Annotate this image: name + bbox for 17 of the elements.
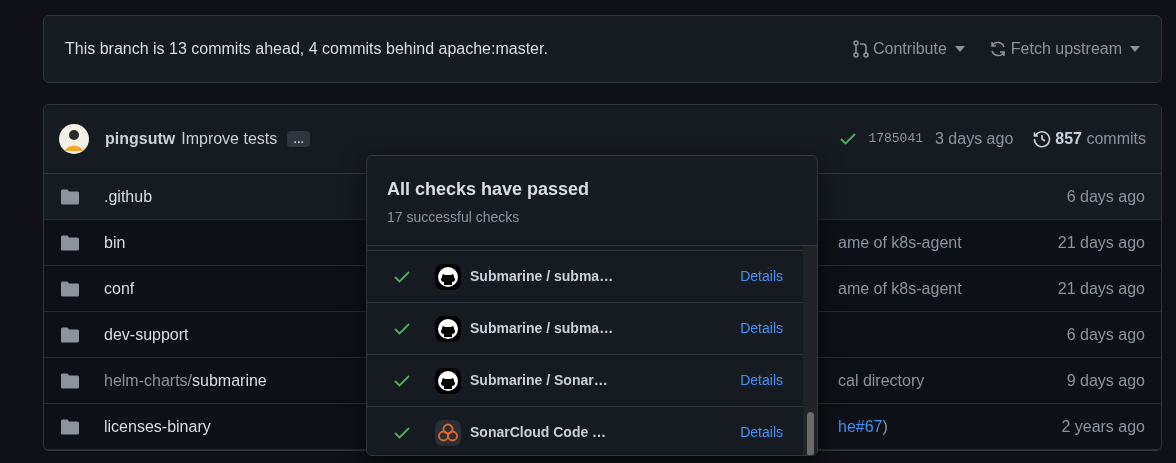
branch-status-text: This branch is 13 commits ahead, 4 commits behind apache:master. (65, 39, 549, 59)
file-time: 2 years ago (1061, 416, 1145, 437)
commit-message: ame of k8s-agent (838, 233, 962, 251)
check-name: Submarine / subma… (470, 319, 615, 338)
commit-message: ame of k8s-agent (838, 279, 962, 297)
check-name: Submarine / subma… (470, 267, 615, 286)
file-time: 21 days ago (1057, 232, 1145, 253)
check-name: SonarCloud Code … (470, 423, 608, 442)
popover-title: All checks have passed (387, 178, 591, 201)
commit-message: ) (882, 417, 888, 435)
file-time: 6 days ago (1066, 186, 1145, 207)
file-time: 9 days ago (1066, 370, 1145, 391)
commit-time: 3 days ago (935, 129, 1014, 149)
file-time: 6 days ago (1066, 324, 1145, 345)
commit-message: cal directory (838, 371, 925, 389)
file-time: 21 days ago (1057, 278, 1145, 299)
check-name: Submarine / Sonar… (470, 371, 609, 390)
